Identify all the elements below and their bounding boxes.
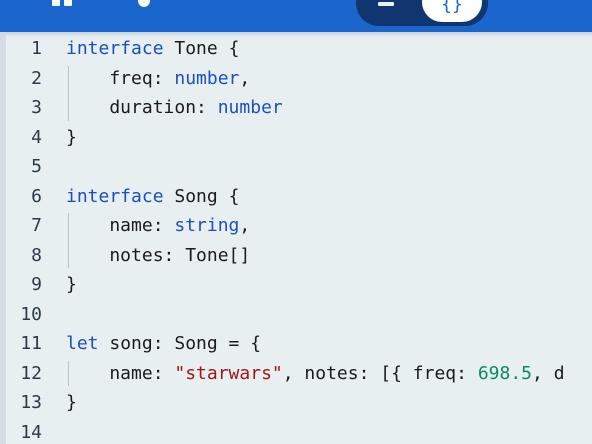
code-token: , — [239, 215, 251, 236]
code-line[interactable]: 6 interface Song { — [0, 182, 592, 212]
code-text[interactable]: name: string, — [66, 211, 250, 241]
debug-icon[interactable] — [132, 0, 152, 10]
code-token: name: — [66, 215, 175, 236]
code-text[interactable]: freq: number, — [66, 64, 250, 94]
line-number: 13 — [20, 392, 42, 413]
code-token: song: Song = { — [98, 333, 262, 354]
code-token: freq: — [66, 67, 175, 89]
code-line[interactable]: 13} — [0, 388, 592, 418]
code-token: , d — [532, 362, 565, 384]
code-token: Song { — [163, 185, 240, 207]
code-token: Tone { — [163, 38, 240, 59]
code-line[interactable]: 1 interface Tone { — [0, 34, 592, 64]
code-line[interactable]: 5 — [0, 152, 592, 182]
code-token: let — [66, 333, 99, 354]
code-line[interactable]: 11 let song: Song = { — [0, 329, 592, 359]
indent-guide — [68, 360, 69, 386]
code-line[interactable]: 7 name: string, — [0, 211, 592, 241]
code-token: } — [66, 392, 77, 413]
code-text[interactable]: duration: number — [66, 93, 283, 123]
indent-guide — [68, 65, 69, 121]
code-text[interactable]: interface Song { — [66, 182, 239, 212]
code-editor[interactable]: 1 interface Tone {2 freq: number, 3 durati… — [0, 32, 592, 444]
line-number: 2 — [31, 67, 42, 89]
javascript-toggle-knob[interactable]: {} — [422, 0, 482, 22]
code-token: string — [174, 215, 240, 236]
indent-guide — [68, 213, 69, 268]
code-token: 698.5 — [477, 362, 533, 384]
code-text[interactable]: name: "starwars", notes: [{ freq: 698.5,… — [66, 359, 565, 389]
line-number: 10 — [20, 303, 42, 325]
line-number: 7 — [31, 215, 42, 236]
code-token: } — [66, 126, 77, 148]
line-number: 1 — [31, 38, 42, 59]
line-number: 5 — [31, 156, 42, 177]
code-token: number — [174, 67, 240, 89]
code-token: , notes: [{ freq: — [282, 362, 478, 384]
code-text[interactable]: let song: Song = { — [66, 329, 261, 359]
code-token: "starwars" — [174, 362, 283, 384]
code-token: notes: Tone[] — [66, 244, 251, 266]
code-text[interactable]: } — [66, 123, 77, 153]
code-token: interface — [66, 38, 164, 59]
line-number: 4 — [31, 126, 42, 148]
code-line[interactable]: 10 — [0, 300, 592, 330]
code-token: interface — [66, 185, 164, 207]
code-line[interactable]: 2 freq: number, — [0, 64, 592, 94]
code-text[interactable]: } — [66, 388, 77, 418]
line-number: 8 — [31, 244, 42, 266]
code-line[interactable]: 4} — [0, 123, 592, 153]
code-token: } — [66, 274, 77, 295]
line-number: 6 — [31, 185, 42, 207]
toolbar: {} — [0, 0, 592, 32]
line-number: 12 — [20, 362, 42, 384]
code-token: name: — [66, 362, 175, 384]
code-line[interactable]: 3 duration: number — [0, 93, 592, 123]
code-line[interactable]: 9} — [0, 270, 592, 300]
code-line[interactable]: 12 name: "starwars", notes: [{ freq: 698… — [0, 359, 592, 389]
javascript-braces-icon: {} — [441, 0, 463, 15]
code-token: , — [239, 67, 251, 89]
editor-mode-toggle[interactable]: {} — [356, 0, 488, 26]
code-text[interactable]: } — [66, 270, 77, 300]
code-text[interactable]: interface Tone { — [66, 34, 239, 64]
line-number: 3 — [31, 97, 42, 118]
code-token: number — [217, 97, 283, 118]
code-text[interactable]: notes: Tone[] — [66, 241, 250, 271]
code-line[interactable]: 14 — [0, 418, 592, 444]
code-token: duration: — [66, 97, 218, 118]
line-number: 11 — [20, 333, 42, 354]
code-line[interactable]: 8 notes: Tone[] — [0, 241, 592, 271]
blocks-toggle-icon[interactable] — [378, 2, 394, 6]
blocks-icon[interactable] — [52, 0, 74, 8]
line-number: 9 — [31, 274, 42, 295]
line-number: 14 — [20, 421, 42, 443]
